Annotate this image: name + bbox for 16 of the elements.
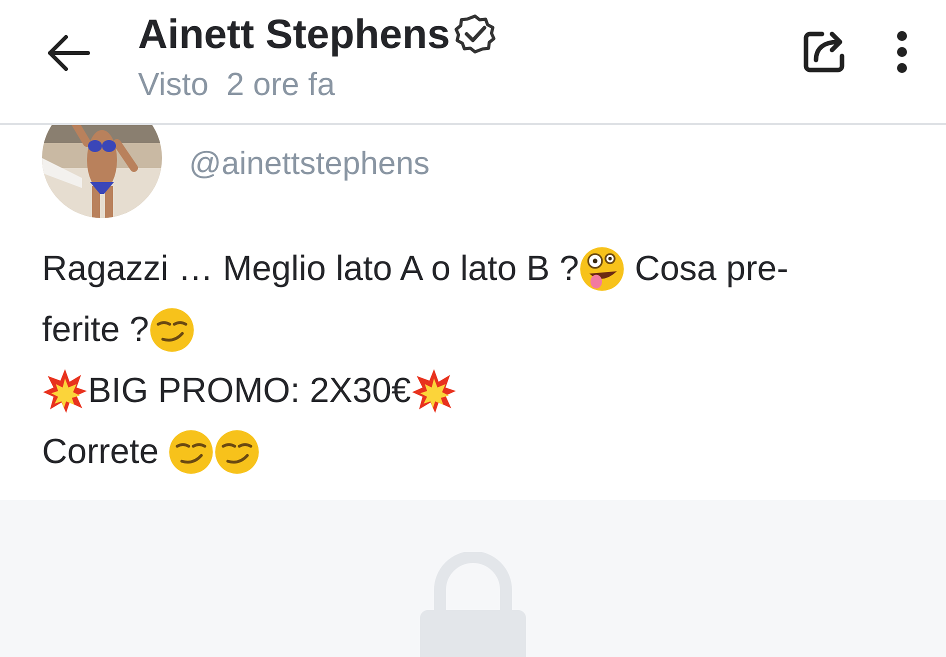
smirking-face-icon [149, 306, 195, 352]
profile-name: Ainett Stephens [138, 10, 450, 58]
last-seen-text: Visto 2 ore fa [138, 66, 336, 102]
explosion-icon [410, 368, 457, 414]
post-text: Ragazzi … Meglio lato A o lato B ? [42, 248, 579, 288]
post-text: Cosa pre- [634, 248, 788, 288]
zany-face-icon [578, 246, 625, 292]
post-text: BIG PROMO: 2X30€ [88, 370, 411, 410]
more-options-icon[interactable] [896, 30, 908, 74]
smirking-face-icon [168, 428, 214, 474]
smirking-face-icon [214, 428, 260, 474]
post-text: ferite ? [42, 310, 149, 350]
explosion-icon [42, 368, 88, 414]
username[interactable]: @ainettstephens [189, 144, 430, 182]
post-text: Correte [42, 432, 160, 472]
back-arrow-icon[interactable] [46, 34, 90, 70]
